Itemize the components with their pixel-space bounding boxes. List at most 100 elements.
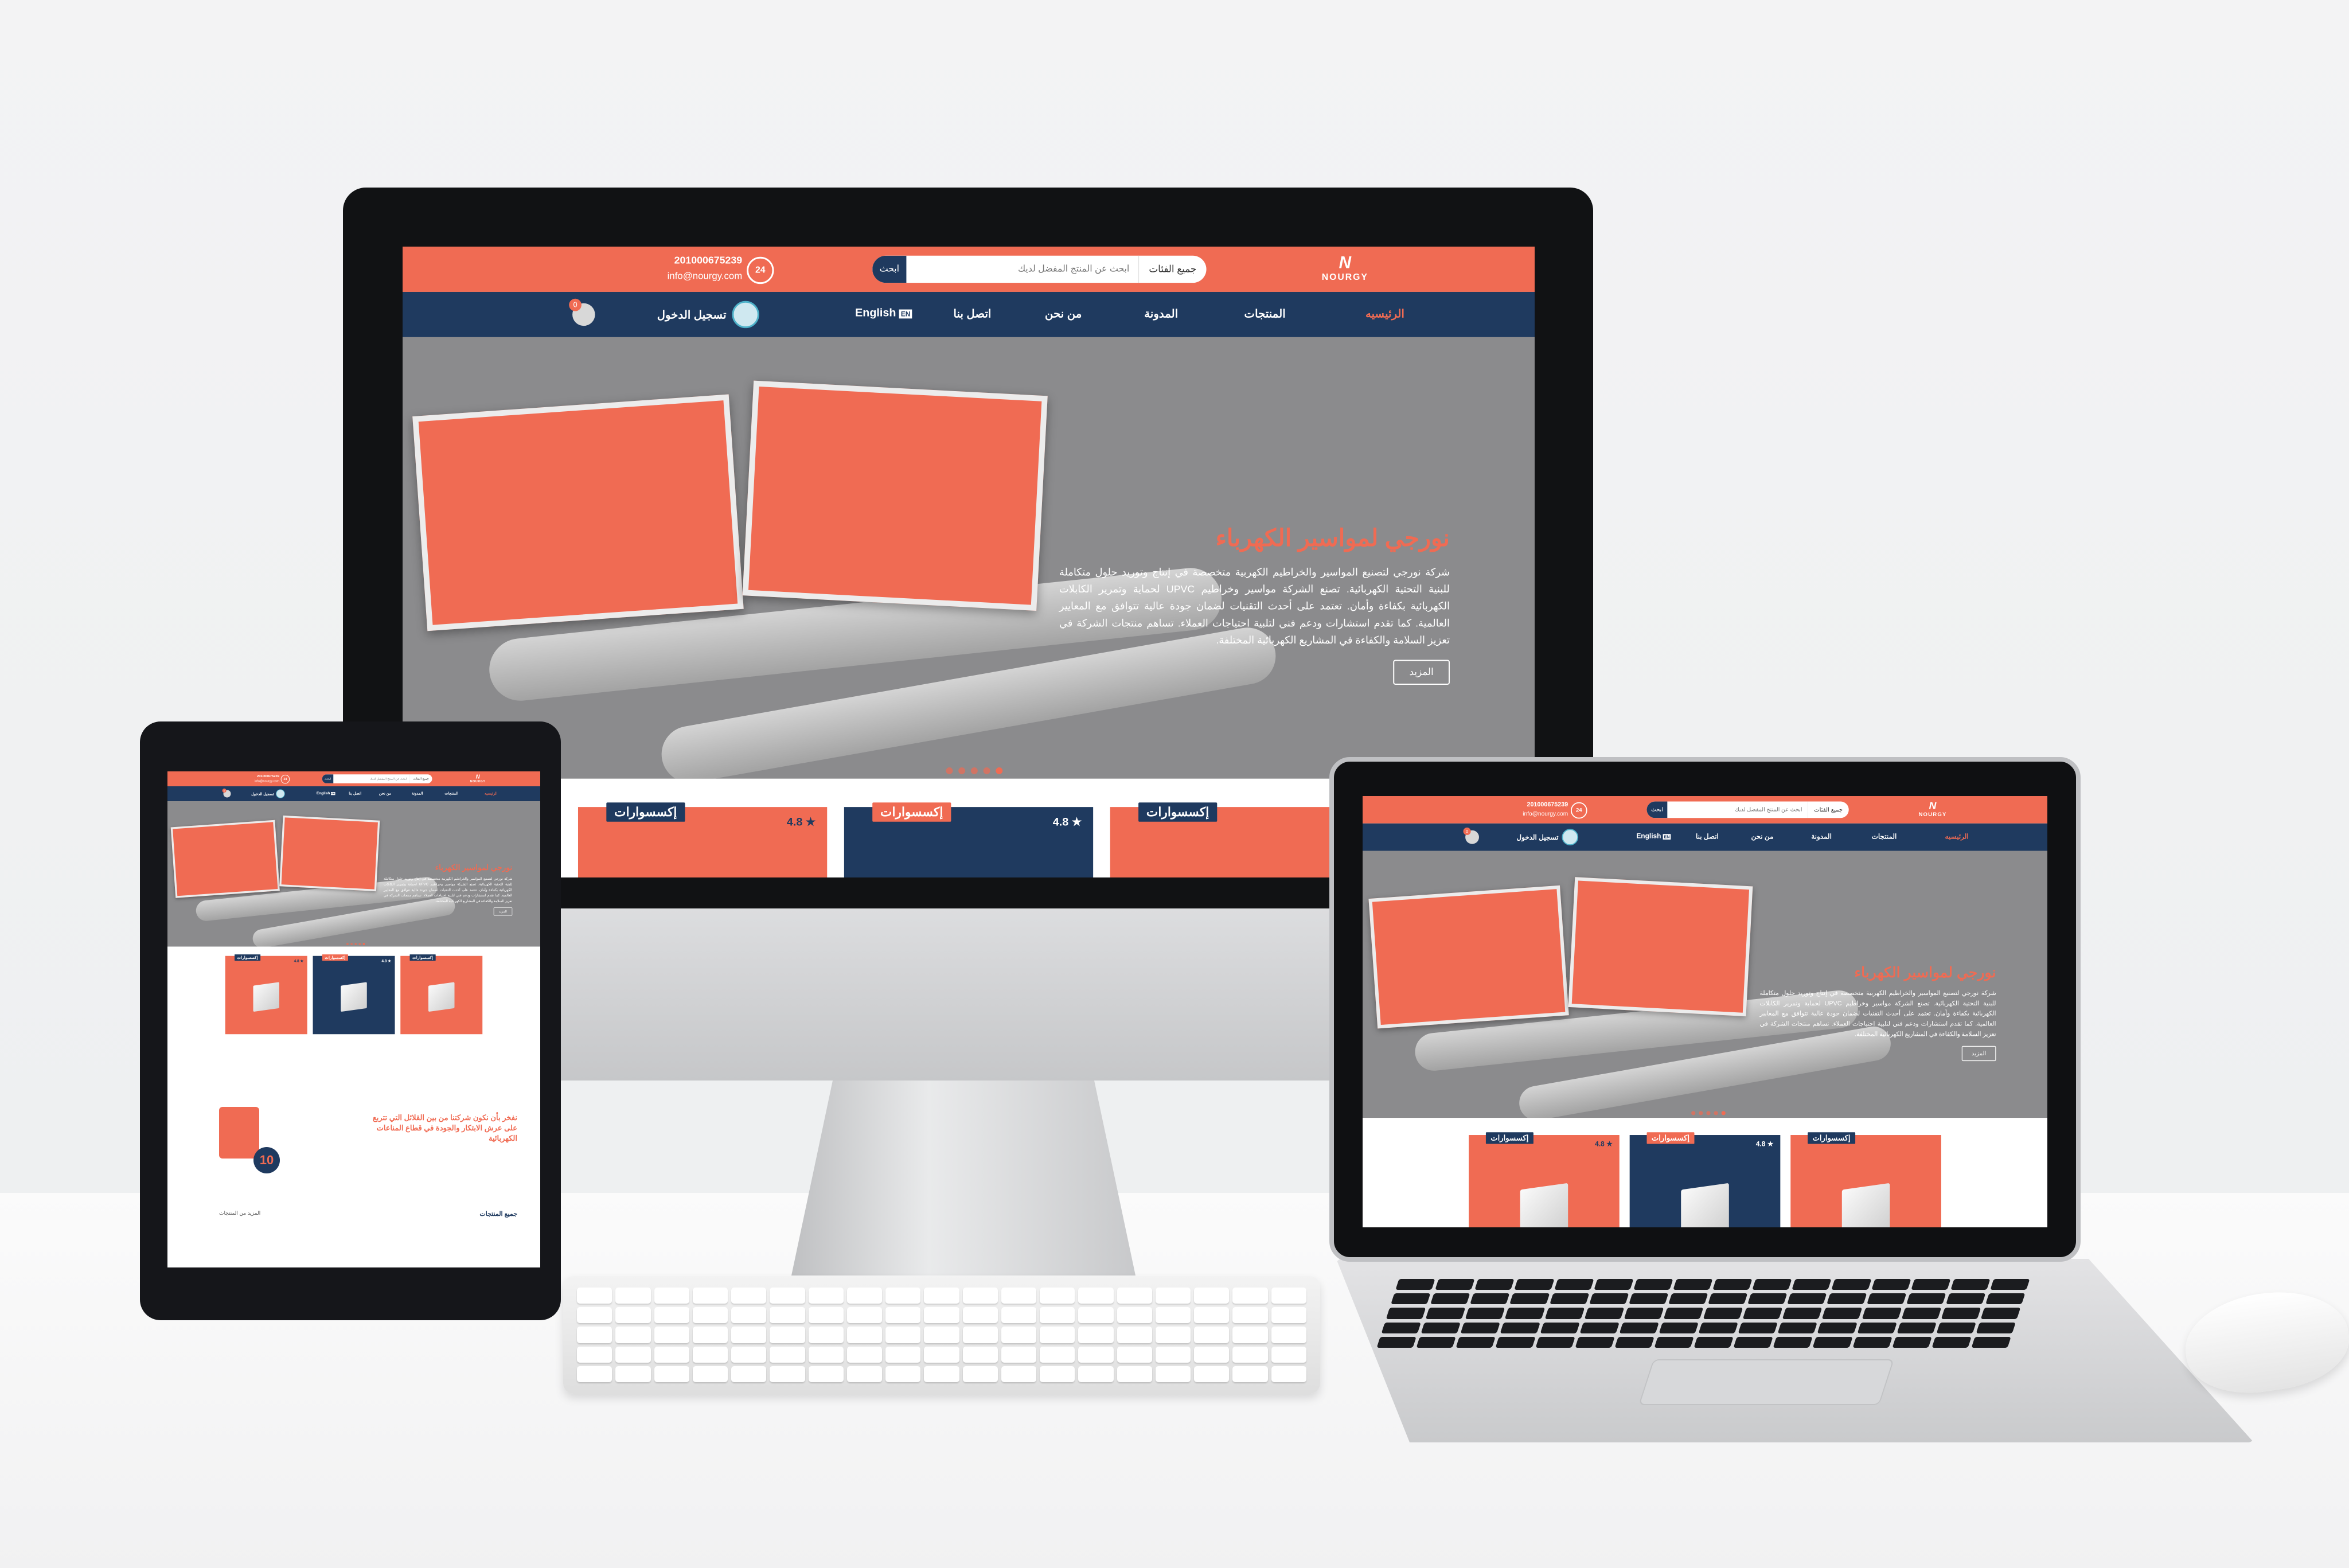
product-card[interactable]: إكسسوارات 4.8 ★ bbox=[313, 954, 395, 1035]
slider-dot[interactable] bbox=[970, 767, 978, 774]
nav-about[interactable]: من نحن bbox=[1751, 832, 1773, 841]
logo[interactable]: N NOURGY bbox=[1314, 253, 1376, 287]
email-address[interactable]: info@nourgy.com bbox=[1513, 810, 1568, 817]
nav-blog[interactable]: المدونة bbox=[1144, 307, 1178, 321]
cart-icon[interactable]: 0 bbox=[1463, 827, 1479, 844]
slider-dot[interactable] bbox=[946, 767, 953, 774]
laptop-key bbox=[1980, 1308, 2021, 1319]
laptop-key bbox=[1474, 1279, 1515, 1290]
slider-dot[interactable] bbox=[1699, 1111, 1703, 1115]
email-address[interactable]: info@nourgy.com bbox=[249, 779, 279, 783]
hero-more-button[interactable]: المزيد bbox=[493, 907, 513, 916]
logo[interactable]: N NOURGY bbox=[467, 774, 488, 785]
nav-blog[interactable]: المدونة bbox=[412, 791, 423, 795]
product-card[interactable]: إكسسوارات bbox=[1110, 802, 1360, 877]
product-card[interactable]: إكسسوارات 4.8 ★ bbox=[1469, 1132, 1620, 1227]
nav-home[interactable]: الرئيسيه bbox=[485, 791, 497, 795]
login-button[interactable]: تسجيل الدخول bbox=[657, 301, 759, 329]
slider-dot[interactable] bbox=[346, 943, 349, 945]
nav-blog[interactable]: المدونة bbox=[1811, 832, 1832, 841]
all-products-link[interactable]: جميع المنتجات bbox=[479, 1210, 517, 1218]
slider-dot-active[interactable] bbox=[996, 767, 1003, 774]
slider-dot[interactable] bbox=[983, 767, 990, 774]
search-input[interactable]: ابحث عن المنتج المفضل لديك bbox=[1667, 802, 1808, 818]
nav-contact[interactable]: اتصل بنا bbox=[953, 307, 991, 321]
search-button[interactable]: ابحث bbox=[322, 774, 334, 783]
hero-description: شركة نورجي لتصنيع المواسير والخراطيم الك… bbox=[1059, 566, 1450, 646]
category-select[interactable]: جميع الفئات bbox=[1138, 255, 1206, 283]
search-button[interactable]: ابحث bbox=[872, 255, 907, 283]
nav-language[interactable]: English EN bbox=[1636, 832, 1671, 840]
cart-icon[interactable]: 0 bbox=[569, 298, 595, 326]
nav-language[interactable]: English EN bbox=[855, 307, 912, 320]
laptop-key bbox=[1579, 1322, 1620, 1333]
language-label: English bbox=[1636, 832, 1661, 840]
slider-dot[interactable] bbox=[350, 943, 353, 945]
product-card[interactable]: إكسسوارات 4.8 ★ bbox=[225, 954, 307, 1035]
language-label: English bbox=[316, 791, 330, 795]
laptop-key bbox=[1619, 1322, 1659, 1333]
search-button[interactable]: ابحث bbox=[1646, 801, 1668, 818]
nav-products[interactable]: المنتجات bbox=[1872, 832, 1897, 841]
keyboard-key bbox=[731, 1366, 767, 1382]
keyboard-key bbox=[770, 1366, 805, 1382]
nav-language[interactable]: English EN bbox=[317, 791, 335, 795]
language-label: English bbox=[855, 306, 896, 319]
keyboard-key bbox=[1001, 1327, 1037, 1343]
phone-number[interactable]: 201000675239 bbox=[1513, 801, 1568, 808]
slider-dot[interactable] bbox=[1706, 1111, 1711, 1115]
login-button[interactable]: تسجيل الدخول bbox=[1516, 829, 1579, 846]
slider-dot-active[interactable] bbox=[362, 943, 365, 945]
slider-dot[interactable] bbox=[354, 943, 357, 945]
product-card[interactable]: إكسسوارات 4.8 ★ bbox=[844, 802, 1094, 877]
keyboard-key bbox=[962, 1307, 998, 1324]
slider-dot[interactable] bbox=[958, 767, 966, 774]
keyboard-key bbox=[808, 1366, 844, 1382]
products-section: إكسسوارات 4.8 ★ إكسسوارات 4.8 ★ إكسسوارا… bbox=[167, 946, 540, 1051]
nav-contact[interactable]: اتصل بنا bbox=[349, 791, 361, 795]
more-products-link[interactable]: المزيد من المنتجات bbox=[219, 1210, 260, 1216]
search-input[interactable]: ابحث عن المنتج المفضل لديك bbox=[333, 774, 409, 783]
cart-icon[interactable]: 0 bbox=[222, 788, 231, 798]
nav-about[interactable]: من نحن bbox=[379, 791, 391, 795]
nav-products[interactable]: المنتجات bbox=[1244, 307, 1286, 321]
laptop-key bbox=[1633, 1279, 1673, 1290]
phone-number[interactable]: 201000675239 bbox=[651, 255, 743, 267]
keyboard-key bbox=[1155, 1327, 1191, 1343]
search-input[interactable]: ابحث عن المنتج المفضل لديك bbox=[906, 256, 1138, 283]
rating: 4.8 ★ bbox=[786, 816, 816, 829]
slider-dot[interactable] bbox=[1691, 1111, 1696, 1115]
rating: 4.8 ★ bbox=[1595, 1140, 1613, 1148]
top-bar: N NOURGY جميع الفئات ابحث عن المنتج المف… bbox=[167, 771, 540, 786]
hero-more-button[interactable]: المزيد bbox=[1393, 660, 1450, 685]
keyboard-key bbox=[846, 1366, 883, 1382]
hero-more-button[interactable]: المزيد bbox=[1961, 1046, 1996, 1062]
fittings-photo bbox=[1368, 885, 1569, 1029]
category-select[interactable]: جميع الفئات bbox=[409, 774, 432, 783]
laptop-key bbox=[1892, 1336, 1932, 1348]
product-card[interactable]: إكسسوارات bbox=[1790, 1132, 1941, 1227]
keyboard-key bbox=[1078, 1288, 1114, 1304]
logo[interactable]: N NOURGY bbox=[1914, 800, 1952, 821]
hero-description: شركة نورجي لتصنيع المواسير والخراطيم الك… bbox=[1759, 989, 1996, 1037]
nav-contact[interactable]: اتصل بنا bbox=[1696, 832, 1719, 841]
slider-dot[interactable] bbox=[358, 943, 361, 945]
product-card[interactable]: إكسسوارات 4.8 ★ bbox=[578, 802, 828, 877]
category-select[interactable]: جميع الفئات bbox=[1808, 801, 1849, 818]
keyboard-key bbox=[1232, 1366, 1268, 1382]
login-button[interactable]: تسجيل الدخول bbox=[251, 789, 285, 798]
nav-about[interactable]: من نحن bbox=[1045, 307, 1082, 321]
product-card[interactable]: إكسسوارات bbox=[400, 954, 483, 1035]
keyboard-key bbox=[1117, 1307, 1152, 1324]
keyboard-key bbox=[924, 1346, 959, 1363]
nav-home[interactable]: الرئيسيه bbox=[1945, 832, 1969, 841]
phone-number[interactable]: 201000675239 bbox=[249, 774, 279, 778]
keyboard-key bbox=[808, 1346, 844, 1363]
product-card[interactable]: إكسسوارات 4.8 ★ bbox=[1629, 1132, 1781, 1227]
slider-dot-active[interactable] bbox=[1721, 1111, 1726, 1115]
keyboard-key bbox=[731, 1288, 767, 1304]
email-address[interactable]: info@nourgy.com bbox=[651, 270, 743, 282]
nav-products[interactable]: المنتجات bbox=[444, 791, 458, 795]
nav-home[interactable]: الرئيسيه bbox=[1365, 307, 1404, 321]
slider-dot[interactable] bbox=[1714, 1111, 1718, 1115]
